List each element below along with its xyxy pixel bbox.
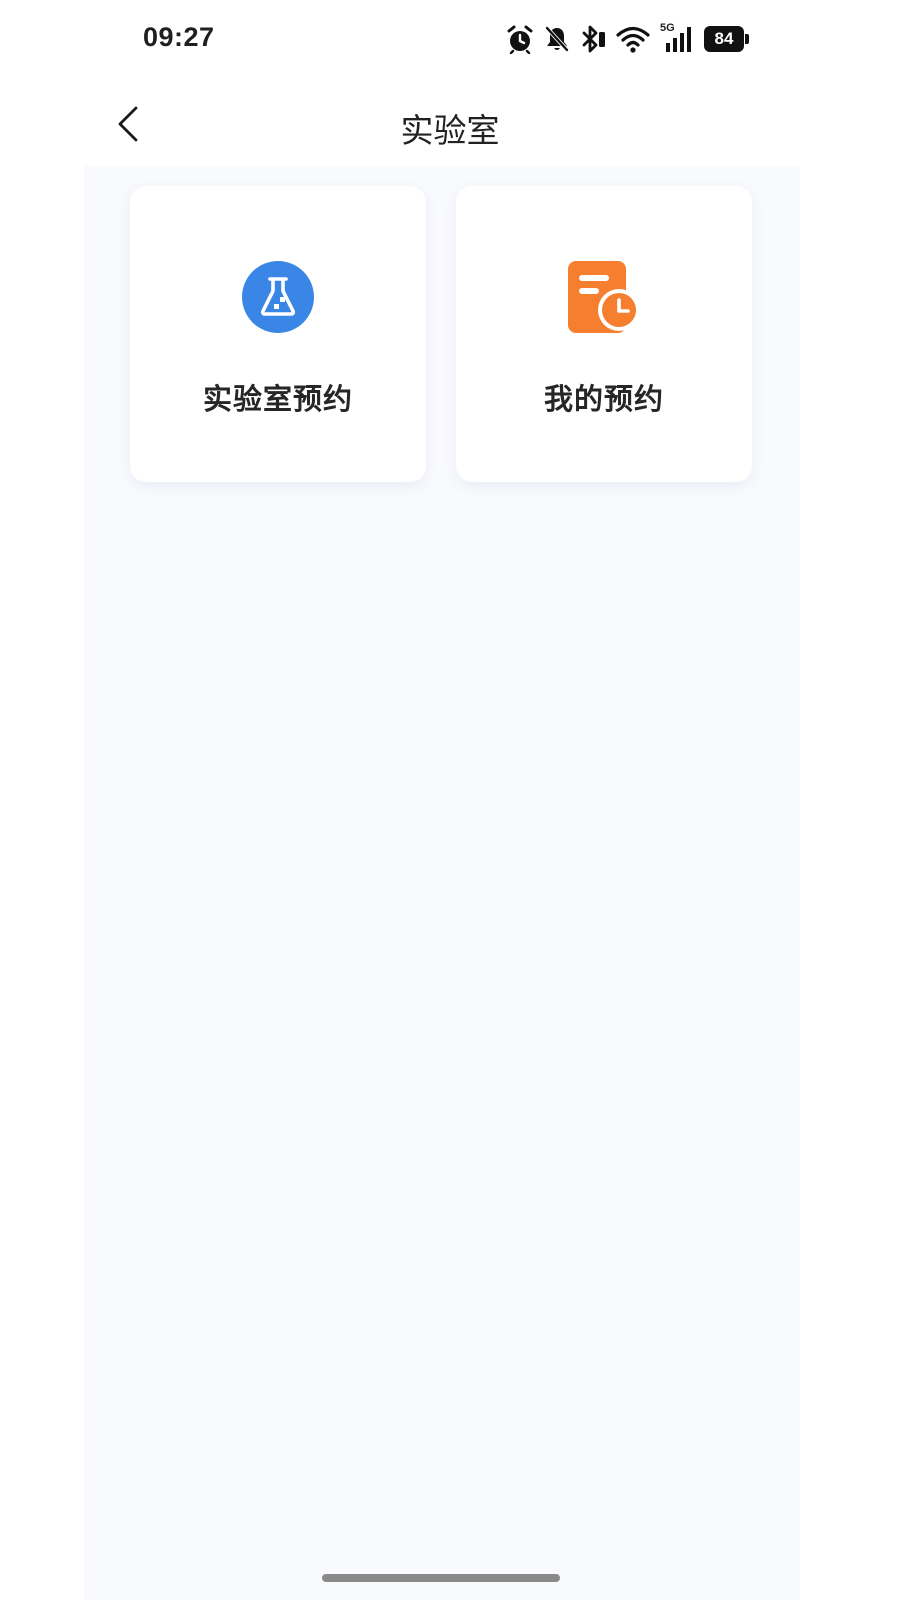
my-bookings-label: 我的预约 xyxy=(543,382,664,416)
flask-icon xyxy=(242,261,314,333)
status-icons: 5G 84 xyxy=(506,22,749,56)
cellular-5g-icon: 5G xyxy=(660,22,694,54)
my-bookings-card[interactable]: 我的预约 xyxy=(456,186,752,482)
status-bar: 09:27 5G 84 xyxy=(0,0,900,80)
content-area: 实验室预约 我的预约 xyxy=(84,166,800,1600)
page-title: 实验室 xyxy=(400,111,500,150)
nav-bar: 实验室 xyxy=(0,88,900,160)
home-indicator[interactable] xyxy=(322,1574,560,1582)
alarm-icon xyxy=(506,24,534,54)
mute-bell-icon xyxy=(544,25,570,53)
bluetooth-icon xyxy=(580,25,606,53)
wifi-icon xyxy=(616,25,650,53)
battery-level: 84 xyxy=(704,26,744,52)
status-time: 09:27 xyxy=(143,22,215,52)
lab-booking-card[interactable]: 实验室预约 xyxy=(130,186,426,482)
lab-booking-label: 实验室预约 xyxy=(202,382,353,416)
schedule-document-icon xyxy=(568,261,640,333)
battery-icon: 84 xyxy=(704,26,749,52)
